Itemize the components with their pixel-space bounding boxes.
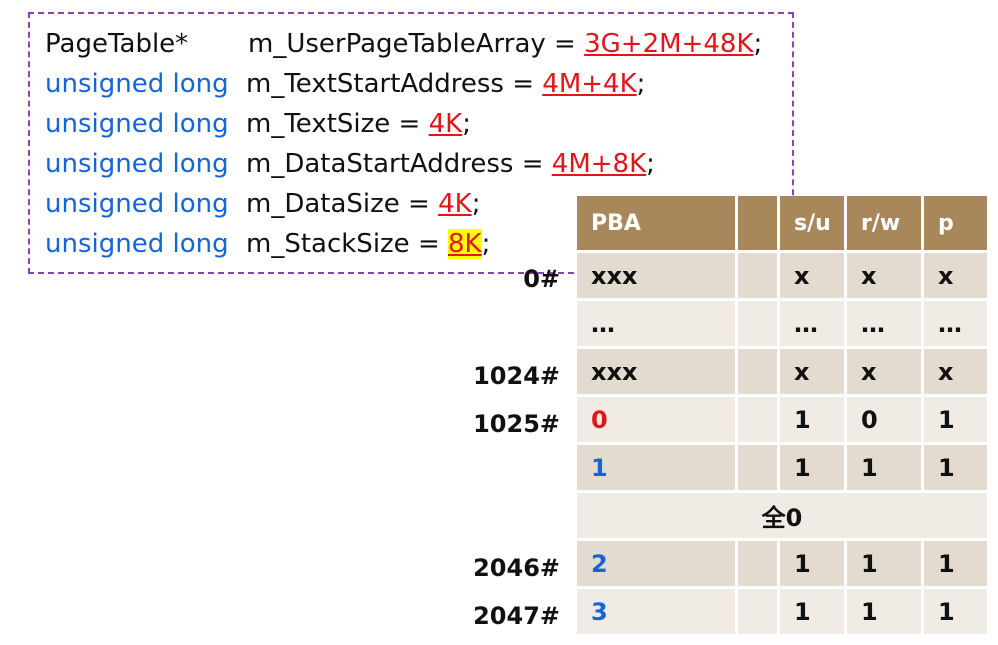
header-su: s/u xyxy=(780,196,847,253)
code-value-highlighted: 8K xyxy=(448,229,482,259)
code-value: 4K xyxy=(428,109,463,139)
cell-blank xyxy=(738,541,780,589)
header-pba: PBA xyxy=(577,196,738,253)
cell-rw: 0 xyxy=(847,397,924,445)
code-declaration: m_DataSize = xyxy=(246,189,439,219)
cell-su: 1 xyxy=(780,397,847,445)
cell-pba: 3 xyxy=(577,589,738,637)
table-row-2046: 2 1 1 1 xyxy=(577,541,990,589)
cell-pba: 2 xyxy=(577,541,738,589)
cell-rw: x xyxy=(847,349,924,397)
row-label-1025: 1025# xyxy=(473,410,560,438)
cell-su: x xyxy=(780,253,847,301)
cell-rw: 1 xyxy=(847,541,924,589)
cell-blank xyxy=(738,253,780,301)
code-semicolon: ; xyxy=(471,189,481,219)
table-row-2047: 3 1 1 1 xyxy=(577,589,990,637)
cell-p: 1 xyxy=(924,541,990,589)
code-declaration: m_UserPageTableArray = xyxy=(248,29,585,59)
code-semicolon: ; xyxy=(462,109,471,139)
table-row-1024: xxx x x x xyxy=(577,349,990,397)
code-type: unsigned long xyxy=(45,189,229,219)
cell-blank xyxy=(738,445,780,493)
cell-pba: xxx xyxy=(577,253,738,301)
cell-all-zero: 全0 xyxy=(577,493,990,541)
table-row-all-zero: 全0 xyxy=(577,493,990,541)
page-table: PBA s/u r/w p xxx x x x … … … … xxx x x … xyxy=(577,196,990,637)
cell-rw: 1 xyxy=(847,589,924,637)
header-blank xyxy=(738,196,780,253)
code-line-text-start: unsigned long m_TextStartAddress = 4M+4K; xyxy=(45,64,762,104)
cell-su: 1 xyxy=(780,445,847,493)
table-row-0: xxx x x x xyxy=(577,253,990,301)
code-type: unsigned long xyxy=(45,109,229,139)
table-row-1026: 1 1 1 1 xyxy=(577,445,990,493)
code-declaration: m_TextStartAddress = xyxy=(246,69,543,99)
code-semicolon: ; xyxy=(753,29,763,59)
header-rw: r/w xyxy=(847,196,924,253)
cell-pba: 0 xyxy=(577,397,738,445)
cell-p: 1 xyxy=(924,397,990,445)
code-line-text-size: unsigned long m_TextSize = 4K; xyxy=(45,104,762,144)
cell-pba: xxx xyxy=(577,349,738,397)
cell-p: 1 xyxy=(924,589,990,637)
code-type: unsigned long xyxy=(45,69,229,99)
row-label-1024: 1024# xyxy=(473,362,560,390)
code-semicolon: ; xyxy=(646,149,655,179)
cell-rw: x xyxy=(847,253,924,301)
code-semicolon: ; xyxy=(636,69,646,99)
code-value: 3G+2M+48K xyxy=(584,29,754,59)
cell-rw: … xyxy=(847,301,924,349)
cell-p: x xyxy=(924,349,990,397)
cell-pba: … xyxy=(577,301,738,349)
code-declaration: m_StackSize = xyxy=(246,229,448,259)
row-label-0: 0# xyxy=(523,265,560,293)
code-type: unsigned long xyxy=(45,149,229,179)
cell-p: 1 xyxy=(924,445,990,493)
code-line-user-page-table: PageTable* m_UserPageTableArray = 3G+2M+4… xyxy=(45,24,762,64)
cell-blank xyxy=(738,397,780,445)
code-semicolon: ; xyxy=(481,229,491,259)
code-type: PageTable* xyxy=(45,29,189,59)
code-value: 4K xyxy=(438,189,472,219)
cell-su: 1 xyxy=(780,589,847,637)
code-value: 4M+4K xyxy=(542,69,637,99)
cell-su: … xyxy=(780,301,847,349)
cell-blank xyxy=(738,301,780,349)
code-type: unsigned long xyxy=(45,229,229,259)
cell-p: x xyxy=(924,253,990,301)
table-row-ellipsis: … … … … xyxy=(577,301,990,349)
row-label-2047: 2047# xyxy=(473,602,560,630)
cell-rw: 1 xyxy=(847,445,924,493)
table-header-row: PBA s/u r/w p xyxy=(577,196,990,253)
row-label-2046: 2046# xyxy=(473,554,560,582)
code-line-data-start: unsigned long m_DataStartAddress = 4M+8K; xyxy=(45,144,762,184)
cell-blank xyxy=(738,349,780,397)
code-declaration: m_TextSize = xyxy=(246,109,429,139)
header-p: p xyxy=(924,196,990,253)
table-row-1025: 0 1 0 1 xyxy=(577,397,990,445)
cell-su: x xyxy=(780,349,847,397)
cell-p: … xyxy=(924,301,990,349)
cell-pba: 1 xyxy=(577,445,738,493)
cell-su: 1 xyxy=(780,541,847,589)
code-value: 4M+8K xyxy=(551,149,647,179)
cell-blank xyxy=(738,589,780,637)
code-declaration: m_DataStartAddress = xyxy=(246,149,552,179)
